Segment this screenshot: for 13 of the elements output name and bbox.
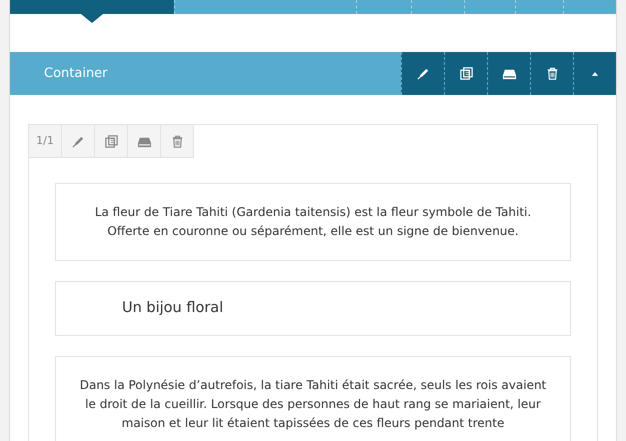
page-counter: 1/1 xyxy=(29,125,62,158)
delete-button[interactable] xyxy=(530,52,573,95)
duplicate-button[interactable] xyxy=(444,52,487,95)
copy-icon xyxy=(104,134,118,148)
tab-pointer-icon xyxy=(81,14,103,23)
block-paragraph: La fleur de Tiare Tahiti (Gardenia taitensis) est la fleur symbole de Tahiti. Offerte en couronne ou séparément, elle est un signe de bienvenue. xyxy=(94,204,532,240)
collapse-button[interactable] xyxy=(573,52,616,95)
copy-icon xyxy=(458,66,474,81)
pen-icon xyxy=(416,66,430,81)
template-button[interactable] xyxy=(487,52,530,95)
block-paragraph: Dans la Polynésie d’autrefois, la tiare Tahiti était sacrée, seuls les rois avaient le droit de la cueillir. Lorsque des personnes de haut rang se mariaient, leur maison et leur lit étaient tapissées de ces fleurs pendant trente xyxy=(78,377,548,432)
block-heading: Un bijou floral xyxy=(121,299,224,318)
container-title: Container xyxy=(43,64,109,83)
